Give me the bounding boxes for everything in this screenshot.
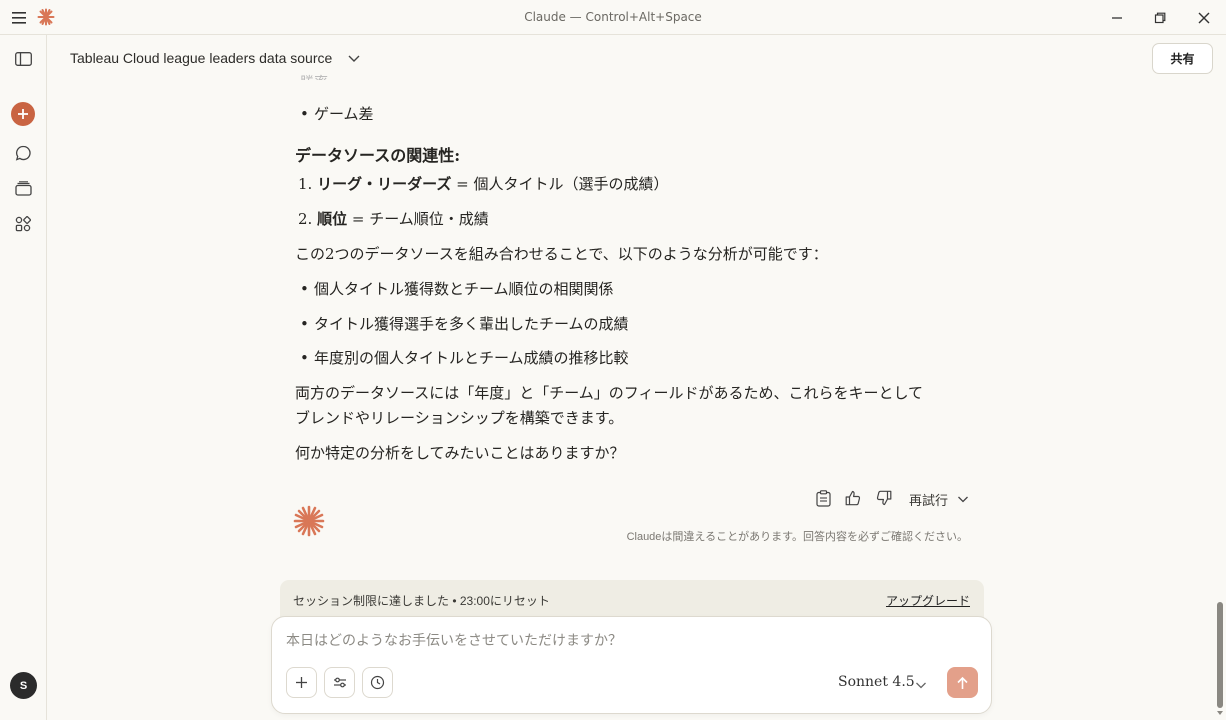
item-text: = チーム順位・成績	[347, 210, 489, 228]
question-paragraph: 何か特定の分析をしてみたいことはありますか？	[295, 444, 625, 462]
numbered-item-2: 2. 順位 = チーム順位・成績	[298, 208, 489, 229]
chevron-down-icon[interactable]	[346, 50, 362, 66]
limit-message: セッション制限に達しました • 23:00にリセット	[293, 594, 550, 608]
sliders-icon	[333, 677, 346, 688]
artifacts-icon[interactable]	[11, 212, 35, 236]
intro-paragraph: この2つのデータソースを組み合わせることで、以下のような分析が可能です：	[295, 245, 828, 263]
list-item: 年度別の個人タイトルとチーム成績の推移比較	[300, 347, 629, 368]
sidebar-toggle-icon[interactable]	[11, 47, 35, 71]
new-chat-button[interactable]	[11, 102, 35, 126]
chevron-down-icon[interactable]	[914, 677, 928, 691]
clock-icon	[370, 675, 385, 690]
arrow-up-icon	[957, 676, 968, 689]
item-text: = 個人タイトル（選手の成績）	[451, 175, 669, 193]
list-item: タイトル獲得選手を多く輩出したチームの成績	[300, 313, 629, 334]
paragraph-line: ブレンドやリレーションシップを構築できます。	[295, 409, 624, 427]
window-title: Claude — Control+Alt+Space	[524, 10, 702, 24]
tools-button[interactable]	[324, 667, 355, 698]
history-button[interactable]	[362, 667, 393, 698]
send-button[interactable]	[947, 667, 978, 698]
item-number: 1.	[298, 175, 313, 193]
restore-icon[interactable]	[1150, 8, 1170, 28]
message-input[interactable]	[286, 633, 966, 649]
projects-icon[interactable]	[11, 176, 35, 200]
claude-spark-icon	[292, 504, 326, 538]
chevron-down-icon[interactable]	[956, 491, 970, 505]
share-button[interactable]: 共有	[1152, 43, 1213, 74]
numbered-item-1: 1. リーグ・リーダーズ = 個人タイトル（選手の成績）	[298, 173, 668, 194]
upgrade-link[interactable]: アップグレード	[886, 592, 970, 609]
conversation-header: Tableau Cloud league leaders data source…	[48, 36, 1226, 81]
scrollbar-thumb[interactable]	[1217, 602, 1223, 708]
copy-icon[interactable]	[814, 489, 832, 507]
item-number: 2.	[298, 210, 313, 228]
item-bold-text: リーグ・リーダーズ	[317, 175, 452, 193]
thumbs-up-icon[interactable]	[844, 489, 862, 507]
minimize-icon[interactable]	[1107, 8, 1127, 28]
retry-button[interactable]: 再試行	[909, 490, 948, 509]
plus-icon	[296, 677, 307, 688]
faded-list-item: 勝率	[300, 72, 328, 80]
item-bold-text: 順位	[317, 210, 348, 228]
thumbs-down-icon[interactable]	[875, 489, 893, 507]
list-item: ゲーム差	[300, 103, 374, 124]
sidebar-rail: S	[0, 35, 47, 720]
title-bar: Claude — Control+Alt+Space	[0, 0, 1226, 35]
add-attachment-button[interactable]	[286, 667, 317, 698]
list-item: 個人タイトル獲得数とチーム順位の相関関係	[300, 278, 614, 299]
chats-icon[interactable]	[11, 141, 35, 165]
section-heading: データソースの関連性:	[295, 146, 461, 165]
model-selector[interactable]: Sonnet 4.5	[838, 674, 915, 690]
conversation-title[interactable]: Tableau Cloud league leaders data source	[70, 50, 332, 66]
close-icon[interactable]	[1194, 8, 1214, 28]
scroll-down-arrow[interactable]	[1217, 711, 1223, 715]
disclaimer-text: Claudeは間違えることがあります。回答内容を必ずご確認ください。	[626, 531, 968, 543]
session-limit-banner: セッション制限に達しました • 23:00にリセット アップグレード	[280, 580, 984, 620]
composer: Sonnet 4.5	[271, 616, 992, 714]
paragraph-line: 両方のデータソースには「年度」と「チーム」のフィールドがあるため、これらをキーと…	[295, 384, 924, 402]
user-avatar[interactable]: S	[10, 672, 37, 699]
